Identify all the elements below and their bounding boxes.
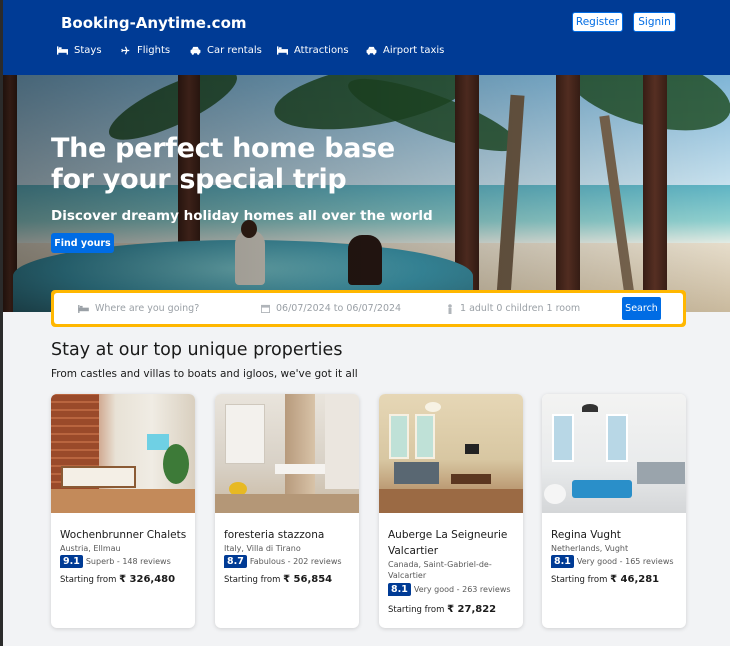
score-badge: 8.1 <box>551 555 574 568</box>
property-location: Canada, Saint-Gabriel-de-Valcartier <box>388 560 492 580</box>
rating-text: Very good - 165 reviews <box>576 557 674 566</box>
rating-text: Very good - 263 reviews <box>413 585 511 594</box>
property-rating: 8.1 Very good - 263 reviews <box>388 583 511 596</box>
property-name[interactable]: foresteria stazzona <box>224 527 354 543</box>
nav-item-flights[interactable]: Flights <box>120 45 170 56</box>
property-price: Starting from ₹ 27,822 <box>388 604 497 615</box>
calendar-icon <box>261 304 270 313</box>
property-price: Starting from ₹ 46,281 <box>551 574 660 585</box>
property-photo[interactable] <box>542 394 686 513</box>
property-name[interactable]: Regina Vught <box>551 527 681 543</box>
hero-banner: The perfect home base for your special t… <box>3 75 730 312</box>
page: Booking-Anytime.com Register Signin Stay… <box>3 0 730 646</box>
nav-item-label: Car rentals <box>207 45 262 56</box>
score-badge: 8.1 <box>388 583 411 596</box>
property-card[interactable]: Auberge La Seigneurie Valcartier Canada,… <box>379 394 523 628</box>
find-yours-button[interactable]: Find yours <box>51 233 114 253</box>
property-name[interactable]: Wochenbrunner Chalets <box>60 527 190 543</box>
register-button[interactable]: Register <box>572 12 623 32</box>
nav-item-label: Airport taxis <box>383 45 445 56</box>
property-location: Austria, Ellmau <box>60 544 121 553</box>
section-title: Stay at our top unique properties <box>51 340 343 360</box>
hero-subtitle: Discover dreamy holiday homes all over t… <box>51 208 433 224</box>
property-rating: 9.1 Superb - 148 reviews <box>60 555 171 568</box>
property-card[interactable]: Regina Vught Netherlands, Vught 8.1 Very… <box>542 394 686 628</box>
car-icon <box>190 46 201 55</box>
hero-title: The perfect home base for your special t… <box>51 133 395 195</box>
property-price: Starting from ₹ 326,480 <box>60 574 176 585</box>
destination-input[interactable]: Where are you going? <box>78 293 248 324</box>
score-badge: 9.1 <box>60 555 83 568</box>
property-price: Starting from ₹ 56,854 <box>224 574 333 585</box>
score-badge: 8.7 <box>224 555 247 568</box>
guests-selector[interactable]: 1 adult 0 children 1 room <box>446 293 606 324</box>
bed-icon <box>57 46 68 55</box>
person-icon <box>448 303 452 314</box>
rating-text: Superb - 148 reviews <box>85 557 171 566</box>
search-bar: Where are you going? 06/07/2024 to 06/07… <box>51 290 686 327</box>
nav-item-label: Stays <box>74 45 102 56</box>
property-photo[interactable] <box>379 394 523 513</box>
nav-item-label: Attractions <box>294 45 349 56</box>
nav-item-stays[interactable]: Stays <box>57 45 102 56</box>
property-card[interactable]: Wochenbrunner Chalets Austria, Ellmau 9.… <box>51 394 195 628</box>
plane-icon <box>121 46 130 55</box>
bed-icon <box>277 46 288 55</box>
property-photo[interactable] <box>51 394 195 513</box>
property-rating: 8.7 Fabulous - 202 reviews <box>224 555 342 568</box>
date-picker[interactable]: 06/07/2024 to 06/07/2024 <box>261 293 431 324</box>
property-card[interactable]: foresteria stazzona Italy, Villa di Tira… <box>215 394 359 628</box>
property-location: Netherlands, Vught <box>551 544 629 553</box>
nav-item-airport-taxis[interactable]: Airport taxis <box>366 45 444 56</box>
nav-item-car-rentals[interactable]: Car rentals <box>190 45 262 56</box>
property-location: Italy, Villa di Tirano <box>224 544 301 553</box>
property-photo[interactable] <box>215 394 359 513</box>
bed-icon <box>78 304 89 313</box>
car-icon <box>366 46 377 55</box>
search-button[interactable]: Search <box>622 297 661 320</box>
nav-item-label: Flights <box>137 45 171 56</box>
section-subtitle: From castles and villas to boats and igl… <box>51 368 358 380</box>
property-name[interactable]: Auberge La Seigneurie Valcartier <box>388 527 518 559</box>
property-rating: 8.1 Very good - 165 reviews <box>551 555 674 568</box>
signin-button[interactable]: Signin <box>633 12 676 32</box>
nav-item-attractions[interactable]: Attractions <box>277 45 349 56</box>
header: Booking-Anytime.com Register Signin Stay… <box>3 0 730 75</box>
brand-logo[interactable]: Booking-Anytime.com <box>61 14 247 32</box>
rating-text: Fabulous - 202 reviews <box>249 557 342 566</box>
